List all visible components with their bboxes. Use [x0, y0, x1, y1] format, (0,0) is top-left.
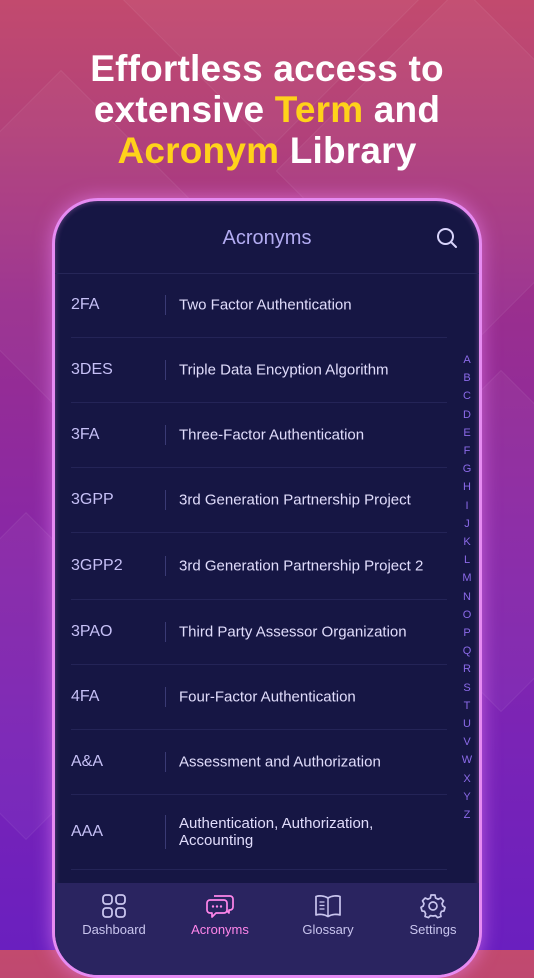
headline-text: Library	[279, 130, 417, 171]
divider	[165, 815, 166, 849]
tab-label: Dashboard	[82, 922, 146, 937]
index-letter-l[interactable]: L	[459, 551, 475, 569]
list-item[interactable]: 3FA Three-Factor Authentication	[71, 403, 447, 468]
list-item[interactable]: 3GPP2 3rd Generation Partnership Project…	[71, 533, 447, 600]
headline-line-3: Acronym Library	[0, 130, 534, 171]
headline-line-1: Effortless access to	[90, 48, 444, 89]
headline-line-2: extensive Term and	[0, 89, 534, 130]
phone-frame: Acronyms 2FA Two Factor Authentication 3…	[52, 198, 482, 978]
index-letter-p[interactable]: P	[459, 624, 475, 642]
acronym-abbr: 2FA	[71, 296, 100, 313]
acronym-definition: Three-Factor Authentication	[179, 426, 365, 444]
index-letter-v[interactable]: V	[459, 733, 475, 751]
alphabet-index: A B C D E F G H I J K L M N O P Q R S T …	[459, 351, 475, 824]
divider	[165, 622, 166, 642]
index-letter-g[interactable]: G	[459, 460, 475, 478]
index-letter-w[interactable]: W	[459, 751, 475, 769]
index-letter-z[interactable]: Z	[459, 806, 475, 824]
index-letter-h[interactable]: H	[459, 478, 475, 496]
acronym-abbr: 3DES	[71, 361, 113, 378]
list-item[interactable]: 4FA Four-Factor Authentication	[71, 665, 447, 730]
index-letter-b[interactable]: B	[459, 369, 475, 387]
acronym-definition: Four-Factor Authentication	[179, 688, 356, 706]
tab-label: Glossary	[302, 922, 354, 937]
index-letter-t[interactable]: T	[459, 697, 475, 715]
divider	[165, 425, 166, 445]
list-item[interactable]: 3DES Triple Data Encyption Algorithm	[71, 338, 447, 403]
index-letter-q[interactable]: Q	[459, 642, 475, 660]
index-letter-c[interactable]: C	[459, 387, 475, 405]
divider	[165, 752, 166, 772]
index-letter-s[interactable]: S	[459, 679, 475, 697]
search-icon	[437, 228, 457, 248]
divider	[165, 687, 166, 707]
app-header: Acronyms	[55, 201, 479, 274]
acronym-definition: Triple Data Encyption Algorithm	[179, 361, 389, 379]
acronym-abbr: 3FA	[71, 426, 100, 443]
tab-bar: Dashboard Acronyms Glossary Settings	[55, 883, 479, 975]
acronym-definition: Authentication, Authorization, Accountin…	[179, 815, 374, 849]
acronym-abbr: 4FA	[71, 688, 100, 705]
list-item[interactable]: A&A Assessment and Authorization	[71, 730, 447, 795]
book-icon	[315, 895, 341, 918]
tab-acronyms[interactable]: Acronyms	[170, 883, 270, 945]
divider	[165, 556, 166, 576]
index-letter-r[interactable]: R	[459, 660, 475, 678]
index-letter-a[interactable]: A	[459, 351, 475, 369]
tab-label: Acronyms	[191, 922, 249, 937]
acronym-abbr: 3GPP2	[71, 557, 123, 574]
promo-headline: Effortless access to extensive Term and …	[0, 48, 534, 171]
acronym-definition: 3rd Generation Partnership Project	[179, 491, 411, 509]
tab-dashboard[interactable]: Dashboard	[64, 883, 164, 945]
headline-highlight-term: Term	[274, 89, 364, 130]
gear-icon	[420, 894, 446, 919]
grid-icon	[102, 894, 126, 918]
tab-settings[interactable]: Settings	[383, 883, 479, 945]
page-title: Acronyms	[222, 227, 312, 249]
acronym-definition: Two Factor Authentication	[179, 296, 352, 314]
headline-text: extensive	[93, 89, 275, 130]
tab-label: Settings	[409, 922, 457, 937]
divider	[165, 360, 166, 380]
acronym-definition: 3rd Generation Partnership Project 2	[179, 557, 424, 575]
index-letter-e[interactable]: E	[459, 424, 475, 442]
acronym-abbr: AAA	[71, 823, 104, 840]
headline-text: and	[363, 89, 441, 130]
search-button[interactable]	[435, 226, 459, 250]
index-letter-n[interactable]: N	[459, 588, 475, 606]
chat-bubbles-icon	[206, 895, 234, 918]
tab-glossary[interactable]: Glossary	[278, 883, 378, 945]
list-item[interactable]: 3GPP 3rd Generation Partnership Project	[71, 468, 447, 533]
index-letter-u[interactable]: U	[459, 715, 475, 733]
index-letter-y[interactable]: Y	[459, 788, 475, 806]
list-item[interactable]: 2FA Two Factor Authentication	[71, 273, 447, 338]
list-item[interactable]: 3PAO Third Party Assessor Organization	[71, 600, 447, 665]
headline-highlight-acronym: Acronym	[117, 130, 280, 171]
acronym-abbr: 3PAO	[71, 623, 113, 640]
acronym-abbr: 3GPP	[71, 491, 114, 508]
index-letter-f[interactable]: F	[459, 442, 475, 460]
acronym-abbr: A&A	[71, 753, 104, 770]
index-letter-x[interactable]: X	[459, 770, 475, 788]
index-letter-k[interactable]: K	[459, 533, 475, 551]
index-letter-d[interactable]: D	[459, 406, 475, 424]
acronym-definition: Assessment and Authorization	[179, 753, 381, 771]
divider	[165, 490, 166, 510]
index-letter-m[interactable]: M	[459, 569, 475, 587]
index-letter-o[interactable]: O	[459, 606, 475, 624]
acronym-definition: Third Party Assessor Organization	[179, 623, 407, 641]
divider	[165, 295, 166, 315]
index-letter-j[interactable]: J	[459, 515, 475, 533]
index-letter-i[interactable]: I	[459, 497, 475, 515]
list-item[interactable]: AAA Authentication, Authorization, Accou…	[71, 795, 447, 870]
